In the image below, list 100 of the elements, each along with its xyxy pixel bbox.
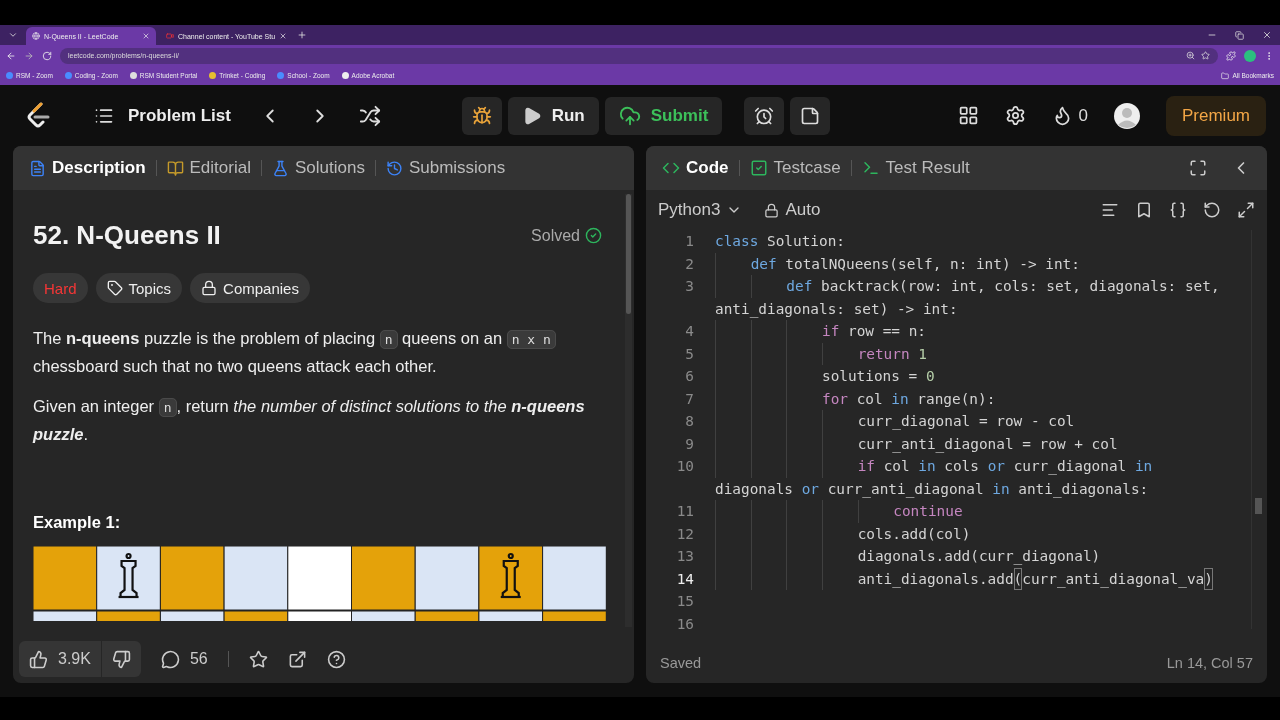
code-line: class Solution: xyxy=(715,232,845,251)
code-line: cols.add(col) xyxy=(715,522,971,545)
line-number: 4 xyxy=(684,323,694,340)
expand-icon[interactable] xyxy=(1237,201,1255,219)
timer-button[interactable] xyxy=(744,96,785,135)
bookmark-icon[interactable] xyxy=(1135,201,1153,219)
back-icon[interactable] xyxy=(6,50,16,61)
streak-counter[interactable]: 0 xyxy=(1051,105,1088,126)
site-icon xyxy=(32,32,40,40)
code-line: anti_diagonals.add(curr_anti_diagonal_va) xyxy=(715,567,1213,590)
dislike-button[interactable] xyxy=(101,641,141,677)
panel-tab[interactable]: Submissions xyxy=(385,158,506,178)
line-number: 9 xyxy=(684,435,694,452)
lock-icon xyxy=(764,202,780,218)
line-number: 1 xyxy=(684,233,694,250)
grid-icon[interactable] xyxy=(957,105,979,126)
history-icon xyxy=(385,159,403,177)
new-tab-icon[interactable] xyxy=(297,30,308,40)
note-icon xyxy=(800,105,821,126)
lock-icon xyxy=(201,280,218,296)
line-number: 5 xyxy=(684,345,694,362)
example-heading: Example 1: xyxy=(33,513,122,532)
auto-mode[interactable]: Auto xyxy=(764,200,821,220)
problem-text: Given an integer n , return the number of distinct solutions to the n-queens puzzle. xyxy=(33,396,586,445)
code-line: return 1 xyxy=(715,342,927,365)
line-number: 12 xyxy=(675,525,694,542)
queen-icon xyxy=(500,552,521,599)
profile-icon[interactable] xyxy=(1244,49,1256,62)
problem-text: The n-queens puzzle is the problem of placing n queens on an n x n chessboard such that no two queens attack each other. xyxy=(33,325,614,379)
run-button[interactable]: Run xyxy=(507,96,599,135)
thumbs-up-icon xyxy=(29,649,48,669)
panel-tab[interactable]: Description xyxy=(29,158,146,178)
reload-icon[interactable] xyxy=(42,50,52,61)
fullscreen-icon[interactable] xyxy=(1189,159,1207,177)
bug-icon xyxy=(471,105,492,126)
panel-tab[interactable]: Testcase xyxy=(749,158,841,178)
star-icon[interactable] xyxy=(1201,51,1210,60)
line-number: 16 xyxy=(675,615,694,632)
help-icon[interactable] xyxy=(326,649,346,669)
code-line: solutions = 0 xyxy=(715,365,935,388)
debug-button[interactable] xyxy=(461,96,502,135)
problem-list-link[interactable]: Problem List xyxy=(128,105,231,126)
tag-icon xyxy=(106,280,123,296)
zoom-icon[interactable] xyxy=(1186,51,1195,60)
settings-icon[interactable] xyxy=(1004,105,1026,126)
restore-icon[interactable] xyxy=(1235,30,1244,40)
folder-icon xyxy=(1221,71,1230,80)
code-line: diagonals.add(curr_diagonal) xyxy=(715,545,1101,568)
tag-chip[interactable]: Topics xyxy=(95,273,183,303)
comments-button[interactable]: 56 xyxy=(160,649,208,669)
star-icon[interactable] xyxy=(248,649,268,669)
close-icon[interactable] xyxy=(1262,30,1272,40)
shuffle-icon[interactable] xyxy=(358,104,381,127)
share-icon[interactable] xyxy=(287,649,307,669)
premium-button[interactable]: Premium xyxy=(1166,95,1266,136)
code-line: anti_diagonals: set) -> int: xyxy=(715,299,958,320)
checkbox-icon xyxy=(749,159,768,177)
tag-chip[interactable]: Companies xyxy=(190,273,310,303)
like-button[interactable]: 3.9K xyxy=(19,641,101,677)
reset-icon[interactable] xyxy=(1203,201,1221,219)
braces-icon[interactable] xyxy=(1169,201,1187,219)
book-icon xyxy=(166,159,184,177)
tab-search-icon[interactable] xyxy=(8,30,18,40)
panel-tab[interactable]: Code xyxy=(662,158,729,178)
avatar[interactable] xyxy=(1114,102,1140,129)
cloud-upload-icon xyxy=(618,104,641,127)
close-icon[interactable] xyxy=(142,32,150,40)
panel-tab[interactable]: Test Result xyxy=(861,158,970,178)
line-number: 7 xyxy=(684,390,694,407)
line-number: 2 xyxy=(684,255,694,272)
logo-icon[interactable] xyxy=(26,101,52,130)
code-line: if row == n: xyxy=(715,320,926,343)
solved-status: Solved xyxy=(531,226,602,245)
code-line: diagonals or curr_anti_diagonal in anti_diagonals: xyxy=(715,479,1149,500)
queen-icon xyxy=(118,552,139,599)
format-icon[interactable] xyxy=(1101,201,1119,219)
notes-button[interactable] xyxy=(790,96,831,135)
panel-tab[interactable]: Editorial xyxy=(166,158,251,178)
code-line: for col in range(n): xyxy=(715,387,996,410)
language-select[interactable]: Python3 xyxy=(658,200,743,220)
thumbs-down-icon xyxy=(111,649,131,669)
close-icon[interactable] xyxy=(279,32,288,40)
line-number: 11 xyxy=(675,503,694,520)
line-number: 6 xyxy=(684,368,694,385)
forward-icon[interactable] xyxy=(24,50,34,61)
check-circle-icon xyxy=(585,227,602,244)
flask-icon xyxy=(271,159,289,177)
extensions-icon[interactable] xyxy=(1226,50,1236,61)
line-number: 15 xyxy=(675,593,694,610)
document-icon xyxy=(29,159,46,177)
submit-button[interactable]: Submit xyxy=(604,96,723,135)
cursor-position: Ln 14, Col 57 xyxy=(1166,655,1253,671)
code-line: curr_anti_diagonal = row + col xyxy=(715,432,1118,455)
line-number: 10 xyxy=(675,458,694,475)
panel-tab[interactable]: Solutions xyxy=(271,158,365,178)
code-line: def backtrack(row: int, cols: set, diagonals: set, xyxy=(715,275,1220,298)
code-line: def totalNQueens(self, n: int) -> int: xyxy=(715,252,1080,275)
line-number: 3 xyxy=(684,278,694,295)
code-line: continue xyxy=(715,500,963,523)
terminal-icon xyxy=(861,159,880,177)
